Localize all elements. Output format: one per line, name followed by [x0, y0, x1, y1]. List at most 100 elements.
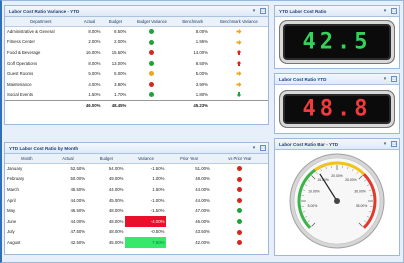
actual-cell: 4.00% — [88, 81, 101, 87]
column-header[interactable]: Actual — [76, 17, 103, 27]
prior-year-cell: 46.00% — [195, 218, 210, 224]
status-cell — [128, 26, 175, 37]
status-dot-icon — [149, 92, 155, 98]
prior-year-cell: 44.00% — [195, 197, 210, 203]
gauge-hub — [334, 198, 340, 204]
benchmark-cell: 1.80% — [195, 92, 208, 98]
trend-arrow-icon — [236, 81, 242, 87]
budget-cell: 1.70% — [114, 92, 127, 98]
maximize-icon[interactable]: □ — [391, 141, 397, 147]
status-cell — [212, 174, 268, 185]
status-dot-icon — [237, 218, 243, 224]
actual-cell: 45.50% — [70, 186, 86, 192]
gauge-tick-label: 5.00% — [308, 204, 318, 208]
month-cell: July — [7, 229, 15, 235]
status-dot-icon — [149, 60, 155, 66]
collapse-icon[interactable]: ▾ — [382, 8, 388, 14]
month-cell: May — [7, 208, 16, 214]
collapse-icon[interactable]: ▾ — [251, 145, 257, 151]
gauge-tick-label: 10.00% — [308, 189, 320, 193]
actual-cell: 8.00% — [88, 60, 101, 66]
status-cell — [128, 47, 175, 58]
column-header[interactable]: Actual — [48, 154, 88, 164]
column-header[interactable]: Department — [5, 17, 77, 27]
status-dot-icon — [149, 71, 155, 77]
status-cell — [128, 79, 175, 90]
maximize-icon[interactable]: □ — [391, 8, 397, 14]
status-cell — [212, 237, 268, 248]
collapse-icon[interactable]: ▾ — [382, 141, 388, 147]
gauge-tick-label: 30.00% — [354, 189, 366, 193]
variance-table: Department Actual Budget Budget Variance Ben… — [5, 17, 268, 111]
prior-year-cell: 47.00% — [195, 208, 210, 214]
variance-cell: 7.50% — [125, 237, 167, 248]
table-row: April 44.00% 45.00% -1.00% 44.00% — [5, 195, 268, 206]
collapse-icon[interactable]: ▾ — [382, 76, 388, 82]
table-row: Social Events 1.50% 1.70% 1.80% — [5, 90, 268, 101]
column-header[interactable]: Benchmark — [175, 17, 210, 27]
budget-cell: 45.00% — [108, 239, 124, 245]
actual-cell: 8.00% — [88, 29, 101, 35]
actual-cell: 1.50% — [88, 92, 101, 98]
column-header[interactable]: Benchmark Variance — [209, 17, 268, 27]
budget-cell: 54.00% — [108, 166, 124, 172]
status-cell — [212, 227, 268, 238]
month-cell: August — [7, 239, 21, 245]
actual-cell: 16.00% — [85, 49, 101, 55]
trend-cell — [210, 47, 268, 58]
lcd-display-red: 48.8 — [279, 90, 395, 128]
department-cell: Fitness Center — [7, 39, 35, 45]
maximize-icon[interactable]: □ — [260, 145, 266, 151]
status-dot-icon — [149, 39, 155, 45]
month-cell: April — [7, 197, 16, 203]
table-row: February 50.00% 49.00% 1.00% 48.00% — [5, 174, 268, 185]
lcd-panel-1-header: YTD Labor Cost Ratio ▾ □ — [275, 6, 399, 17]
status-cell — [212, 195, 268, 206]
status-dot-icon — [237, 208, 243, 214]
variance-cell: -1.50% — [150, 208, 165, 214]
trend-arrow-icon — [236, 71, 242, 77]
gauge-tick-label: 25.00% — [345, 178, 357, 182]
table-row: January 52.50% 54.00% -1.50% 51.00% — [5, 163, 268, 174]
collapse-icon[interactable]: ▾ — [251, 8, 257, 14]
table-row: July 47.50% 48.00% -0.50% 43.50% — [5, 227, 268, 238]
maximize-icon[interactable]: □ — [391, 76, 397, 82]
total-empty — [128, 99, 176, 111]
column-header[interactable]: Variance — [125, 154, 167, 164]
status-dot-icon — [149, 50, 155, 56]
column-header[interactable]: Month — [5, 154, 49, 164]
column-header[interactable]: Budget Variance — [128, 17, 176, 27]
table-row: May 46.50% 48.00% -1.50% 47.00% — [5, 205, 268, 216]
column-header[interactable]: vs Prior Year — [211, 154, 268, 164]
total-budget: 48.45% — [102, 99, 129, 111]
column-header[interactable]: Budget — [87, 154, 126, 164]
budget-cell: 3.80% — [114, 81, 127, 87]
panel-title: Labor Cost Ratio YTD — [279, 76, 327, 82]
trend-arrow-icon — [236, 29, 242, 35]
department-cell: Golf Operations — [7, 60, 38, 66]
actual-cell: 5.00% — [88, 71, 101, 77]
month-cell: January — [7, 166, 23, 172]
benchmark-cell: 14.00% — [193, 49, 208, 55]
total-actual: 46.00% — [76, 99, 103, 111]
budget-cell: 15.50% — [111, 49, 127, 55]
department-cell: Administrative & General — [7, 29, 55, 35]
prior-year-cell: 42.00% — [195, 239, 210, 245]
maximize-icon[interactable]: □ — [260, 8, 266, 14]
panel-title: Labor Cost Ratio Bar - YTD — [279, 141, 339, 147]
prior-year-cell: 43.50% — [195, 229, 210, 235]
variance-cell: 1.50% — [152, 186, 165, 192]
status-cell — [212, 216, 268, 227]
status-cell — [212, 163, 268, 174]
benchmark-cell: 8.00% — [195, 29, 208, 35]
column-header[interactable]: Prior Year — [166, 154, 212, 164]
column-header[interactable]: Budget — [102, 17, 129, 27]
total-benchmark: 45.23% — [175, 99, 210, 111]
status-cell — [212, 184, 268, 195]
gauge-tick-label: 20.00% — [331, 174, 343, 178]
month-table: Month Actual Budget Variance Prior Year vs Pr… — [5, 154, 268, 248]
status-dot-icon — [237, 166, 243, 172]
lcd-panel-2: Labor Cost Ratio YTD ▾ □ 48.8 — [274, 73, 400, 134]
benchmark-cell: 1.96% — [195, 39, 208, 45]
table-row: August 42.50% 45.00% 7.50% 42.00% — [5, 237, 268, 248]
